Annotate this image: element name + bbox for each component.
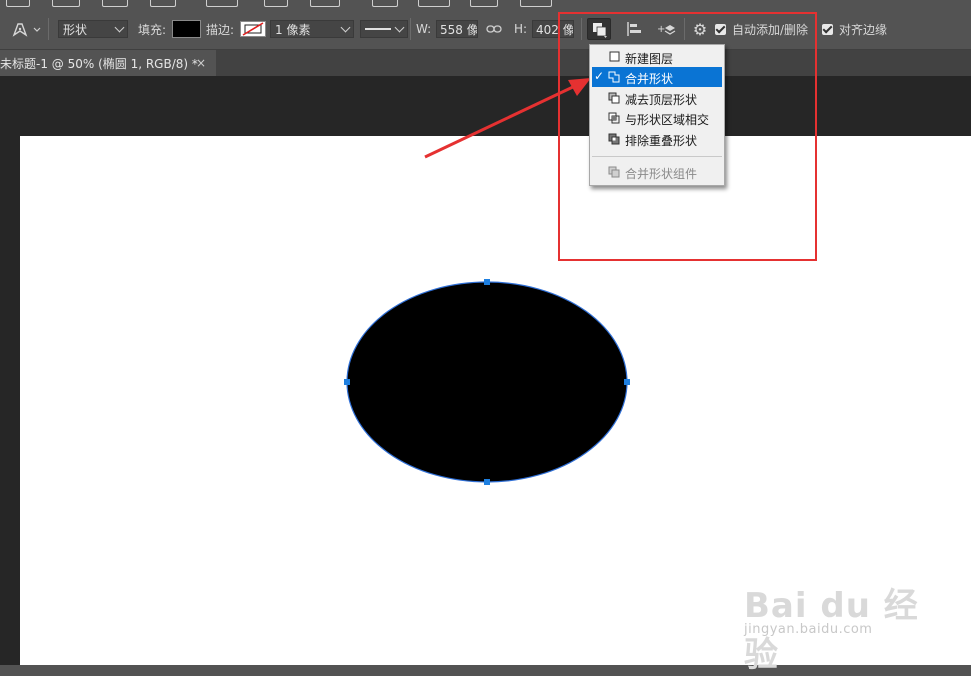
menu-item-exclude-overlapping-shapes[interactable]: 排除重叠形状: [592, 129, 722, 149]
svg-text:+: +: [657, 24, 665, 35]
height-field[interactable]: 402 像: [532, 20, 574, 38]
checkmark-icon: ✓: [594, 69, 605, 83]
path-operations-button[interactable]: [587, 18, 611, 40]
auto-add-delete-label: 自动添加/删除: [732, 22, 809, 37]
fill-color-swatch[interactable]: [172, 20, 201, 38]
path-arrangement-icon: +: [657, 24, 676, 35]
chevron-down-icon: [114, 22, 125, 33]
stroke-color-swatch[interactable]: [240, 21, 266, 37]
menu-item-subtract-front-shape[interactable]: 减去顶层形状: [592, 88, 722, 108]
stroke-label: 描边:: [206, 22, 235, 37]
tool-mode-label: 形状: [63, 22, 88, 37]
options-bar: 形状 填充: 描边: 1 像素 W: 558 像 H: 402 像 + ⚙ 自动…: [0, 8, 971, 50]
width-label: W:: [416, 22, 432, 36]
watermark: Bai du 经验 jingyan.baidu.com: [744, 578, 924, 675]
intersect-shape-areas-icon: [608, 112, 620, 124]
stroke-width-select[interactable]: 1 像素: [270, 20, 354, 38]
gear-icon: ⚙: [692, 19, 708, 39]
path-operations-menu: 新建图层 ✓ 合并形状 减去顶层形状 与形状区域相交 排除重叠形状 合并形状组件: [589, 44, 725, 186]
document-tab-bar: 未标题-1 @ 50% (椭圆 1, RGB/8) * ×: [0, 50, 971, 76]
menu-item-new-layer[interactable]: 新建图层: [592, 47, 722, 67]
checkbox-checked-icon: [822, 23, 833, 35]
document-tab-title: 未标题-1 @ 50% (椭圆 1, RGB/8) *: [0, 56, 198, 71]
width-field[interactable]: 558 像: [436, 20, 478, 38]
chevron-down-icon: [394, 22, 405, 33]
menu-item-merge-shape-components[interactable]: 合并形状组件: [592, 162, 722, 182]
menu-item-intersect-shape-areas[interactable]: 与形状区域相交: [592, 108, 722, 128]
close-icon[interactable]: ×: [196, 56, 206, 70]
chevron-down-icon: [340, 22, 351, 33]
align-edges-label: 对齐边缘: [839, 22, 888, 37]
path-arrangement-button[interactable]: +: [655, 18, 679, 40]
new-layer-icon: [609, 51, 620, 62]
combine-shapes-icon: [608, 71, 620, 83]
exclude-overlapping-shapes-icon: [608, 133, 620, 145]
link-dimensions-icon[interactable]: [486, 23, 502, 35]
subtract-front-shape-icon: [608, 92, 620, 104]
height-label: H:: [514, 22, 528, 36]
stroke-type-select[interactable]: [360, 20, 408, 38]
fill-label: 填充:: [138, 22, 167, 37]
menu-divider: [592, 156, 722, 157]
workspace: [0, 76, 971, 665]
tool-mode-select[interactable]: 形状: [58, 20, 128, 38]
settings-button[interactable]: ⚙: [688, 18, 712, 40]
align-edges-checkbox[interactable]: 对齐边缘: [822, 18, 887, 40]
path-alignment-button[interactable]: [622, 18, 646, 40]
menu-item-combine-shapes[interactable]: ✓ 合并形状: [592, 67, 722, 87]
stroke-width-value: 1 像素: [275, 22, 311, 37]
path-alignment-icon: [627, 22, 641, 36]
checkbox-checked-icon: [715, 23, 726, 35]
auto-add-delete-checkbox[interactable]: 自动添加/删除: [715, 18, 808, 40]
path-operations-icon: [593, 23, 607, 38]
menu-bar: [0, 0, 971, 8]
solid-line-icon: [365, 28, 391, 30]
document-tab[interactable]: 未标题-1 @ 50% (椭圆 1, RGB/8) * ×: [0, 50, 216, 76]
merge-shape-components-icon: [608, 166, 620, 178]
no-stroke-icon: [242, 22, 264, 36]
watermark-url: jingyan.baidu.com: [744, 622, 873, 637]
pen-tool-icon: [12, 23, 41, 37]
pen-tool-preset[interactable]: [8, 18, 42, 40]
